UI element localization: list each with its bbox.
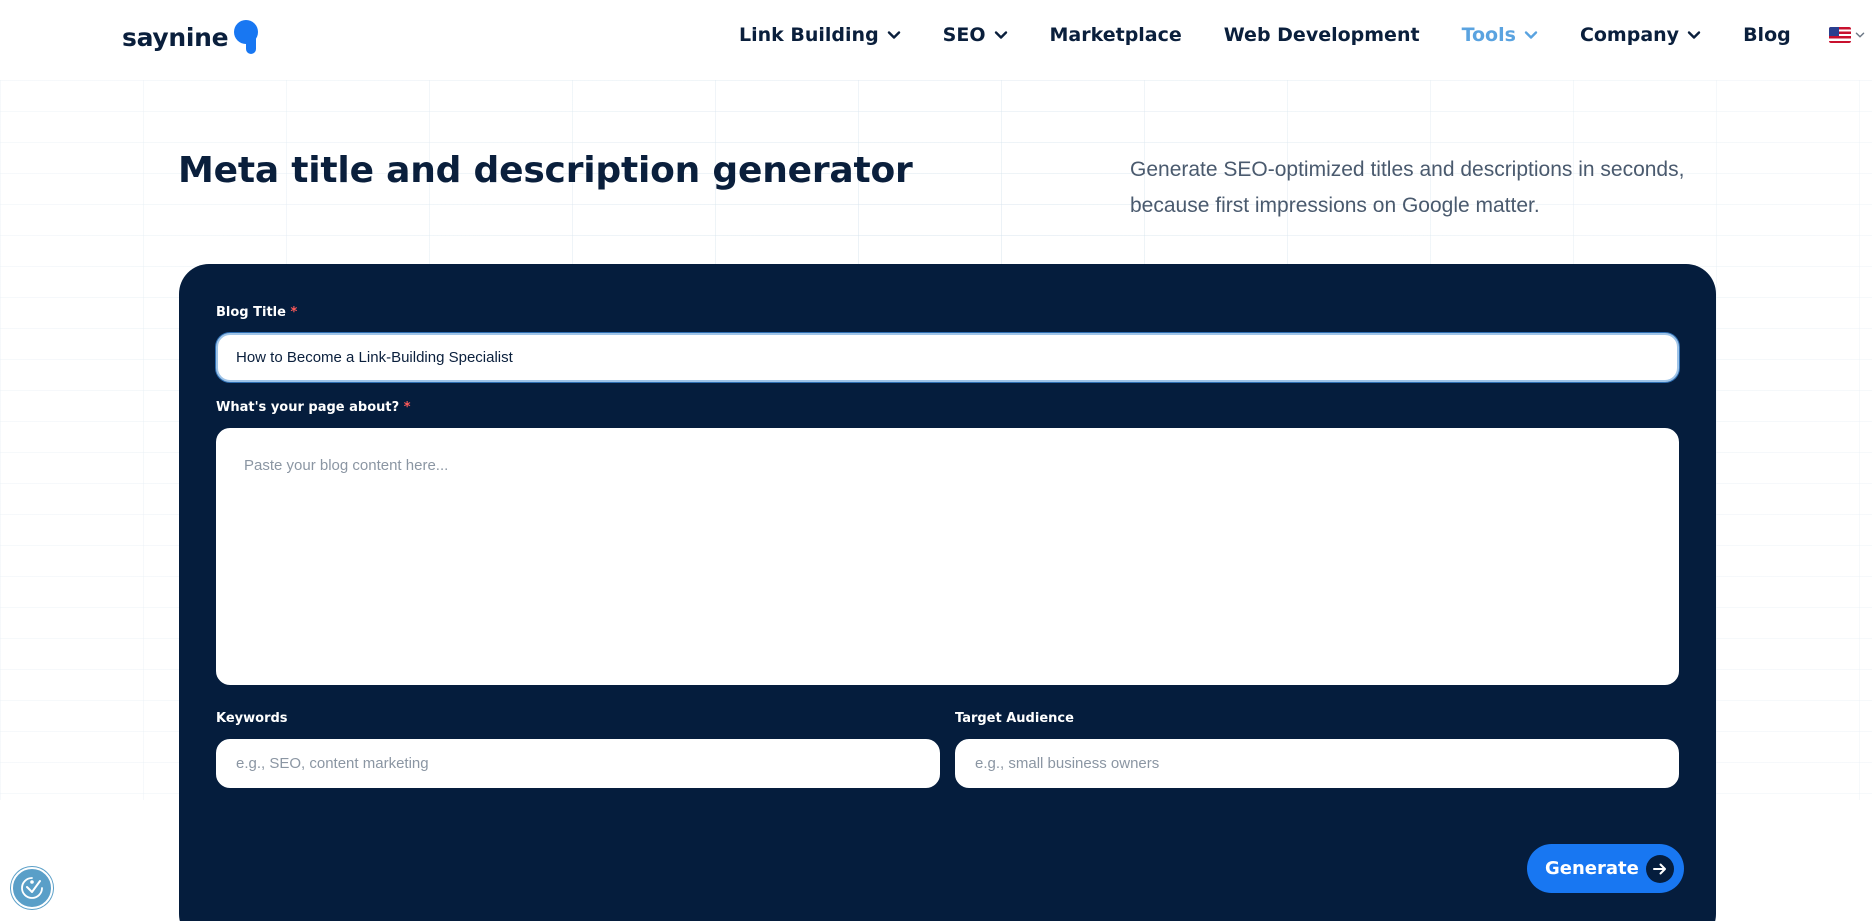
nav-item-company[interactable]: Company: [1580, 24, 1701, 46]
nav-item-label: Blog: [1743, 24, 1791, 46]
keywords-input[interactable]: [216, 739, 940, 788]
nav-item-label: SEO: [942, 24, 986, 46]
page-subtitle: Generate SEO-optimized titles and descri…: [1130, 158, 1685, 217]
page-title: Meta title and description generator: [178, 150, 913, 191]
language-selector[interactable]: [1828, 27, 1865, 43]
blog-title-label-text: Blog Title: [216, 305, 286, 320]
required-mark: *: [403, 400, 411, 415]
chevron-down-icon: [994, 31, 1007, 39]
nav-item-label: Tools: [1461, 24, 1516, 46]
keywords-label: Keywords: [216, 711, 288, 726]
nav-item-seo[interactable]: SEO: [943, 24, 1008, 46]
nav-item-label: Company: [1579, 24, 1680, 46]
accessibility-button[interactable]: [11, 867, 53, 909]
chevron-down-icon: [1687, 31, 1701, 39]
nav-item-web-development[interactable]: Web Development: [1224, 24, 1420, 46]
main-nav: Link Building SEO Marketplace Web Develo…: [739, 24, 1865, 46]
blog-title-input[interactable]: [216, 333, 1679, 382]
nav-item-label: Marketplace: [1049, 24, 1182, 46]
nav-item-blog[interactable]: Blog: [1743, 24, 1791, 46]
target-audience-label: Target Audience: [955, 711, 1074, 726]
nav-item-tools[interactable]: Tools: [1462, 24, 1538, 46]
brand-name: saynine: [122, 22, 229, 52]
site-header: saynine Link Building SEO Marketplace We…: [0, 0, 1872, 76]
nav-item-link-building[interactable]: Link Building: [739, 24, 901, 46]
page-about-label-text: What's your page about?: [216, 400, 400, 415]
nav-item-marketplace[interactable]: Marketplace: [1050, 24, 1182, 46]
generate-button[interactable]: Generate: [1527, 844, 1684, 893]
accessibility-icon: [21, 877, 43, 899]
us-flag-icon: [1828, 27, 1851, 43]
required-mark: *: [290, 305, 298, 320]
nav-item-label: Link Building: [739, 24, 879, 46]
page-about-label: What's your page about? *: [216, 400, 411, 415]
chevron-down-icon: [887, 31, 900, 39]
blog-title-label: Blog Title *: [216, 305, 297, 320]
brand-logo[interactable]: saynine: [122, 20, 259, 54]
page-content-textarea[interactable]: [216, 428, 1679, 685]
nav-item-label: Web Development: [1223, 24, 1420, 46]
generate-button-label: Generate: [1545, 858, 1639, 879]
chevron-down-icon: [1524, 31, 1538, 39]
chevron-down-icon: [1855, 32, 1865, 38]
arrow-right-icon: [1646, 855, 1674, 883]
target-audience-input[interactable]: [955, 739, 1679, 788]
logo-mark-icon: [234, 20, 259, 54]
